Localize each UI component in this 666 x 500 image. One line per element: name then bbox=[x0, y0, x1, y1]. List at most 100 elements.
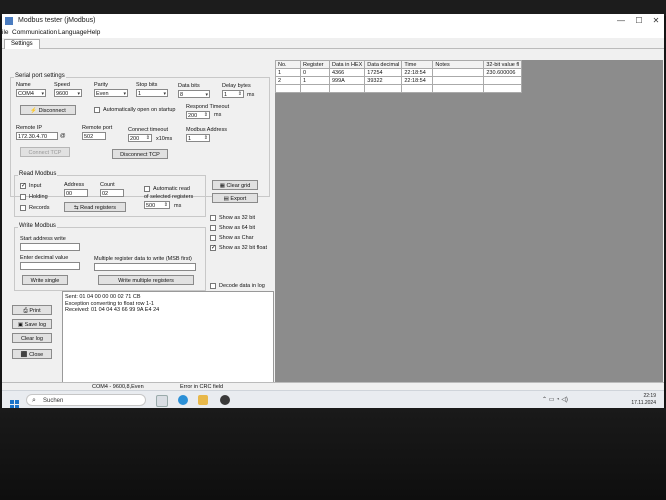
data-bits-select[interactable]: 8 bbox=[178, 90, 210, 98]
count-input[interactable]: 02 bbox=[100, 189, 124, 197]
connect-timeout-spinner[interactable]: 200 bbox=[128, 134, 152, 142]
table-row[interactable] bbox=[275, 84, 523, 93]
port-name-select[interactable]: COM4 bbox=[16, 89, 46, 97]
table-cell[interactable] bbox=[328, 84, 366, 93]
table-cell[interactable]: 39322 bbox=[364, 76, 403, 85]
save-log-button[interactable]: ▣ Save log bbox=[12, 319, 52, 329]
table-cell[interactable]: 22:18:54 bbox=[401, 68, 434, 77]
taskbar-clock[interactable]: 22:19 17.11.2024 bbox=[631, 393, 656, 406]
table-cell[interactable]: 2 bbox=[275, 76, 301, 85]
column-header[interactable]: 32-bit value fl bbox=[483, 60, 523, 69]
showchar-checkbox[interactable] bbox=[210, 235, 216, 241]
column-header[interactable]: Notes bbox=[432, 60, 485, 69]
show32-checkbox[interactable] bbox=[210, 215, 216, 221]
write-group-title: Write Modbus bbox=[18, 223, 57, 229]
holding-checkbox[interactable] bbox=[20, 194, 26, 200]
table-cell[interactable] bbox=[300, 84, 330, 93]
menu-file[interactable]: ile bbox=[2, 29, 9, 36]
column-header[interactable]: Time bbox=[401, 60, 434, 69]
records-checkbox[interactable] bbox=[20, 205, 26, 211]
disconnect-tcp-button[interactable]: Disconnect TCP bbox=[112, 149, 168, 159]
showchar-label: Show as Char bbox=[219, 235, 254, 241]
auto-open-checkbox[interactable] bbox=[94, 107, 100, 113]
port-name-label: Name bbox=[16, 82, 31, 88]
edge-browser-icon[interactable] bbox=[178, 395, 188, 405]
task-view-icon[interactable] bbox=[156, 395, 168, 407]
table-cell[interactable]: 230.600006 bbox=[483, 68, 523, 77]
delay-bytes-spinner[interactable]: 1 bbox=[222, 90, 244, 98]
stop-bits-select[interactable]: 1 bbox=[136, 89, 168, 97]
remote-port-input[interactable]: 502 bbox=[82, 132, 106, 140]
table-cell[interactable]: 4366 bbox=[328, 68, 366, 77]
start-address-input[interactable] bbox=[20, 243, 80, 251]
menu-communication[interactable]: Communication bbox=[12, 29, 57, 36]
write-single-button[interactable]: Write single bbox=[22, 275, 68, 285]
close-button[interactable]: ⬛ Close bbox=[12, 349, 52, 359]
menu-language[interactable]: Language bbox=[58, 29, 87, 36]
table-cell[interactable] bbox=[483, 84, 523, 93]
table-cell[interactable] bbox=[432, 68, 485, 77]
write-multiple-button[interactable]: Write multiple registers bbox=[98, 275, 194, 285]
app-taskbar-icon[interactable] bbox=[220, 395, 230, 405]
table-cell[interactable]: 0 bbox=[300, 68, 330, 77]
respond-timeout-spinner[interactable]: 200 bbox=[186, 111, 210, 119]
disconnect-serial-button[interactable]: ⚡ Disconnect bbox=[20, 105, 76, 115]
table-cell[interactable] bbox=[275, 84, 301, 93]
column-header[interactable]: Register bbox=[300, 60, 330, 69]
table-cell[interactable] bbox=[401, 84, 434, 93]
table-cell[interactable]: 1 bbox=[300, 76, 330, 85]
modbus-address-spinner[interactable]: 1 bbox=[186, 134, 210, 142]
clear-log-button[interactable]: Clear log bbox=[12, 333, 52, 343]
table-cell[interactable]: 22:18:54 bbox=[401, 76, 434, 85]
table-header-row: No. Register Data in HEX Data decimal Ti… bbox=[275, 60, 523, 69]
parity-select[interactable]: Even bbox=[94, 89, 128, 97]
app-icon bbox=[5, 17, 13, 25]
connect-tcp-button[interactable]: Connect TCP bbox=[20, 147, 70, 157]
multi-data-input[interactable] bbox=[94, 263, 196, 271]
decode-checkbox[interactable] bbox=[210, 283, 216, 289]
table-cell[interactable] bbox=[432, 76, 485, 85]
show64-label: Show as 64 bit bbox=[219, 225, 256, 231]
table-row[interactable]: 2 1 999A 39322 22:18:54 bbox=[275, 76, 523, 85]
show64-checkbox[interactable] bbox=[210, 225, 216, 231]
records-label: Records bbox=[29, 205, 50, 211]
table-cell[interactable] bbox=[432, 84, 485, 93]
read-registers-button[interactable]: ⇆ Read registers bbox=[64, 202, 126, 212]
data-grid[interactable]: No. Register Data in HEX Data decimal Ti… bbox=[275, 60, 663, 390]
taskbar-search-input[interactable]: ⌕ Suchen bbox=[26, 394, 146, 406]
data-bits-label: Data bits bbox=[178, 83, 200, 89]
menu-help[interactable]: Help bbox=[87, 29, 100, 36]
maximize-button[interactable]: ☐ bbox=[632, 15, 646, 26]
address-input[interactable]: 00 bbox=[64, 189, 88, 197]
table-cell[interactable]: 999A bbox=[328, 76, 366, 85]
show32float-checkbox[interactable]: ✓ bbox=[210, 245, 216, 251]
count-label: Count bbox=[100, 182, 115, 188]
close-window-button[interactable]: ✕ bbox=[649, 15, 663, 26]
column-header[interactable]: No. bbox=[275, 60, 301, 69]
interval-spinner[interactable]: 500 bbox=[144, 201, 170, 209]
table-row[interactable]: 1 0 4366 17254 22:18:54 230.600006 bbox=[275, 68, 523, 77]
table-cell[interactable] bbox=[364, 84, 403, 93]
auto-read-checkbox[interactable] bbox=[144, 186, 150, 192]
table-cell[interactable] bbox=[483, 76, 523, 85]
print-icon: ⎙ bbox=[23, 308, 28, 314]
print-button[interactable]: ⎙ Print bbox=[12, 305, 52, 315]
column-header[interactable]: Data in HEX bbox=[328, 60, 366, 69]
table-cell[interactable]: 17254 bbox=[364, 68, 403, 77]
windows-start-icon[interactable] bbox=[10, 396, 19, 408]
multi-data-label: Multiple register data to write (MSB fir… bbox=[94, 256, 192, 262]
file-explorer-icon[interactable] bbox=[198, 395, 208, 405]
clear-grid-button[interactable]: ▦ Clear grid bbox=[212, 180, 258, 190]
export-button[interactable]: ▤ Export bbox=[212, 193, 258, 203]
table-cell[interactable]: 1 bbox=[275, 68, 301, 77]
tab-settings[interactable]: Settings bbox=[4, 39, 40, 49]
decimal-value-input[interactable] bbox=[20, 262, 80, 270]
system-tray-icons[interactable]: ⌃ ▭ ◔ ◁) bbox=[542, 396, 568, 403]
log-textarea[interactable]: Sent: 01 04 00 00 00 02 71 CB Exception … bbox=[62, 291, 274, 383]
input-checkbox[interactable]: ✓ bbox=[20, 183, 26, 189]
decode-label: Decode data in log bbox=[219, 283, 265, 289]
column-header[interactable]: Data decimal bbox=[364, 60, 403, 69]
speed-select[interactable]: 9600 bbox=[54, 89, 82, 97]
remote-ip-input[interactable]: 172.30.4.70 bbox=[16, 132, 58, 140]
minimize-button[interactable]: — bbox=[614, 15, 628, 26]
